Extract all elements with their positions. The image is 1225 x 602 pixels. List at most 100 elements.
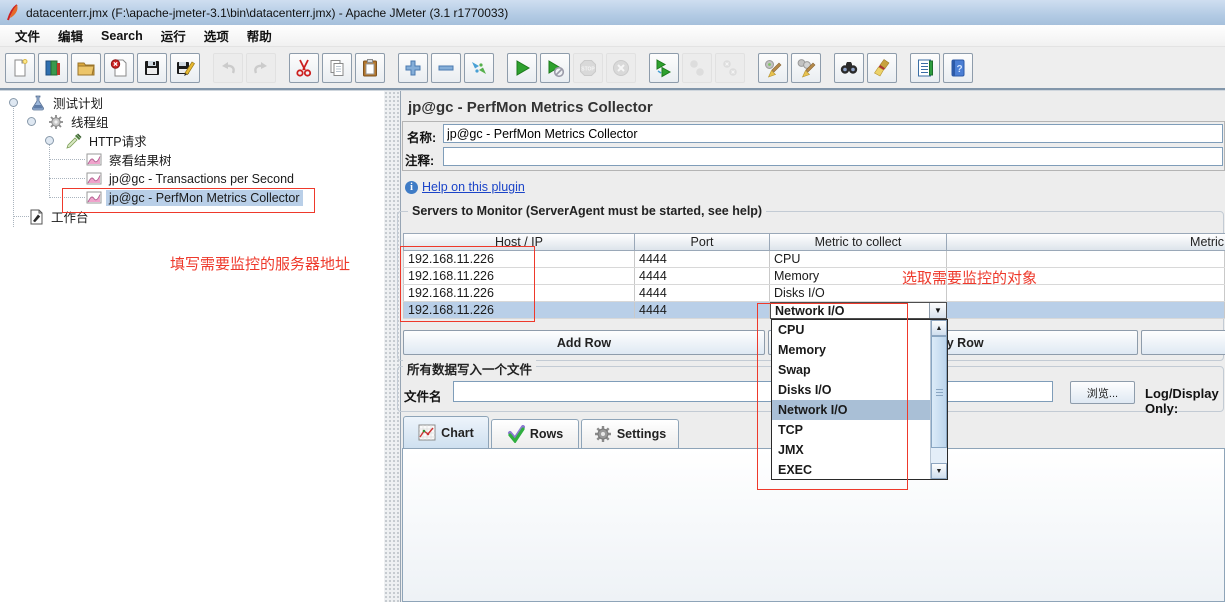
listener-chart-icon <box>86 153 102 165</box>
search-reset-button[interactable] <box>867 52 897 83</box>
metric-param-cell[interactable] <box>947 302 1225 318</box>
open-file-button[interactable] <box>71 52 101 83</box>
scrollbar-thumb[interactable] <box>931 336 947 448</box>
menu-help[interactable]: 帮助 <box>238 24 281 47</box>
tree-item-label: 线程组 <box>71 116 109 130</box>
dropdown-option-disks-io[interactable]: Disks I/O <box>772 380 947 400</box>
close-file-button[interactable] <box>104 52 134 83</box>
menu-edit[interactable]: 编辑 <box>49 24 92 47</box>
clear-all-button[interactable] <box>791 52 821 83</box>
host-cell[interactable]: 192.168.11.226 <box>403 251 635 267</box>
tree-toggle-handle[interactable] <box>45 136 54 145</box>
dropdown-option-exec[interactable]: EXEC <box>772 460 947 480</box>
tab-rows[interactable]: Rows <box>491 419 579 448</box>
tree-item-perfmon-metrics-collector[interactable]: jp@gc - PerfMon Metrics Collector <box>86 188 303 207</box>
save-as-button[interactable] <box>170 52 200 83</box>
host-cell[interactable]: 192.168.11.226 <box>403 285 635 301</box>
new-file-button[interactable] <box>5 52 35 83</box>
delete-row-button[interactable]: Delete Row <box>1141 330 1225 355</box>
port-cell[interactable]: 4444 <box>635 251 770 267</box>
metric-param-cell[interactable] <box>947 251 1225 267</box>
host-cell[interactable]: 192.168.11.226 <box>403 268 635 284</box>
tree-item-view-results-tree[interactable]: 察看结果树 <box>86 150 175 169</box>
column-header-port[interactable]: Port <box>635 233 770 251</box>
scroll-down-icon[interactable]: ▼ <box>931 463 947 479</box>
start-button[interactable] <box>507 52 537 83</box>
menu-run[interactable]: 运行 <box>152 24 195 47</box>
metric-param-cell[interactable] <box>947 268 1225 284</box>
minus-icon <box>438 65 454 70</box>
dropdown-option-tcp[interactable]: TCP <box>772 420 947 440</box>
clear-icon <box>765 59 782 78</box>
dropdown-option-memory[interactable]: Memory <box>772 340 947 360</box>
table-row[interactable]: 192.168.11.226 4444 Memory <box>403 268 1225 285</box>
metric-combobox[interactable]: Network I/O ▼ <box>770 302 947 319</box>
port-cell[interactable]: 4444 <box>635 285 770 301</box>
arrows-button[interactable] <box>464 52 494 83</box>
metric-param-cell[interactable] <box>947 285 1225 301</box>
tab-chart[interactable]: Chart <box>403 416 489 448</box>
tree-item-transactions-per-second[interactable]: jp@gc - Transactions per Second <box>86 169 297 188</box>
close-file-icon <box>110 58 127 76</box>
metric-cell[interactable]: CPU <box>770 251 947 267</box>
remote-start-all-button[interactable] <box>649 52 679 83</box>
table-row[interactable]: 192.168.11.226 4444 Disks I/O <box>403 285 1225 302</box>
dropdown-option-jmx[interactable]: JMX <box>772 440 947 460</box>
dropdown-option-cpu[interactable]: CPU <box>772 320 947 340</box>
copy-button[interactable] <box>322 52 352 83</box>
tree-connector <box>49 197 85 198</box>
start-no-timers-button[interactable] <box>540 52 570 83</box>
new-file-icon <box>14 58 28 76</box>
tree-item-thread-group[interactable]: 线程组 <box>48 112 112 131</box>
tab-settings[interactable]: Settings <box>581 419 679 448</box>
minus-button[interactable] <box>431 52 461 83</box>
menu-search[interactable]: Search <box>92 27 152 45</box>
function-helper-button[interactable] <box>910 52 940 83</box>
save-button[interactable] <box>137 52 167 83</box>
menu-file[interactable]: 文件 <box>6 24 49 47</box>
help-icon: ? <box>951 59 965 76</box>
clear-button[interactable] <box>758 52 788 83</box>
title-bar[interactable]: datacenterr.jmx (F:\apache-jmeter-3.1\bi… <box>0 0 1225 25</box>
plus-button[interactable] <box>398 52 428 83</box>
tree-item-test-plan[interactable]: 测试计划 <box>30 93 106 112</box>
tree-toggle-handle[interactable] <box>27 117 36 126</box>
redo-button <box>246 52 276 83</box>
port-cell[interactable]: 4444 <box>635 302 770 318</box>
help-button[interactable]: ? <box>943 52 973 83</box>
column-header-metric[interactable]: Metric to collect <box>770 233 947 251</box>
metric-cell[interactable]: Disks I/O <box>770 285 947 301</box>
name-input[interactable] <box>443 124 1223 143</box>
host-cell[interactable]: 192.168.11.226 <box>403 302 635 318</box>
add-row-button[interactable]: Add Row <box>403 330 765 355</box>
browse-button[interactable]: 浏览... <box>1070 381 1135 404</box>
http-request-icon <box>66 133 82 149</box>
dropdown-option-network-io[interactable]: Network I/O <box>772 400 947 420</box>
shutdown-button <box>606 52 636 83</box>
search-button[interactable] <box>834 52 864 83</box>
save-icon <box>145 60 159 75</box>
column-header-metric-param[interactable]: Metric param <box>947 233 1225 251</box>
metric-combobox-value: Network I/O <box>775 303 845 318</box>
table-row[interactable]: 192.168.11.226 4444 CPU <box>403 251 1225 268</box>
tree-item-workbench[interactable]: 工作台 <box>28 207 92 226</box>
dropdown-scrollbar[interactable]: ▲ ▼ <box>930 320 947 479</box>
tree-toggle-handle[interactable] <box>9 98 18 107</box>
scroll-up-icon[interactable]: ▲ <box>931 320 947 336</box>
column-header-host[interactable]: Host / IP <box>403 233 635 251</box>
chevron-down-icon[interactable]: ▼ <box>929 303 946 318</box>
filename-input[interactable] <box>453 381 1053 402</box>
port-cell[interactable]: 4444 <box>635 268 770 284</box>
help-plugin-link[interactable]: Help on this plugin <box>422 180 525 194</box>
templates-button[interactable] <box>38 52 68 83</box>
comment-input[interactable] <box>443 147 1223 166</box>
servers-table-header: Host / IP Port Metric to collect Metric … <box>403 233 1225 251</box>
dropdown-option-swap[interactable]: Swap <box>772 360 947 380</box>
tree-item-http-request[interactable]: HTTP请求 <box>66 131 150 150</box>
cut-button[interactable] <box>289 52 319 83</box>
metric-cell[interactable]: Memory <box>770 268 947 284</box>
menu-options[interactable]: 选项 <box>195 24 238 47</box>
save-as-icon <box>177 61 195 76</box>
filename-label: 文件名 <box>404 390 442 404</box>
paste-button[interactable] <box>355 52 385 83</box>
